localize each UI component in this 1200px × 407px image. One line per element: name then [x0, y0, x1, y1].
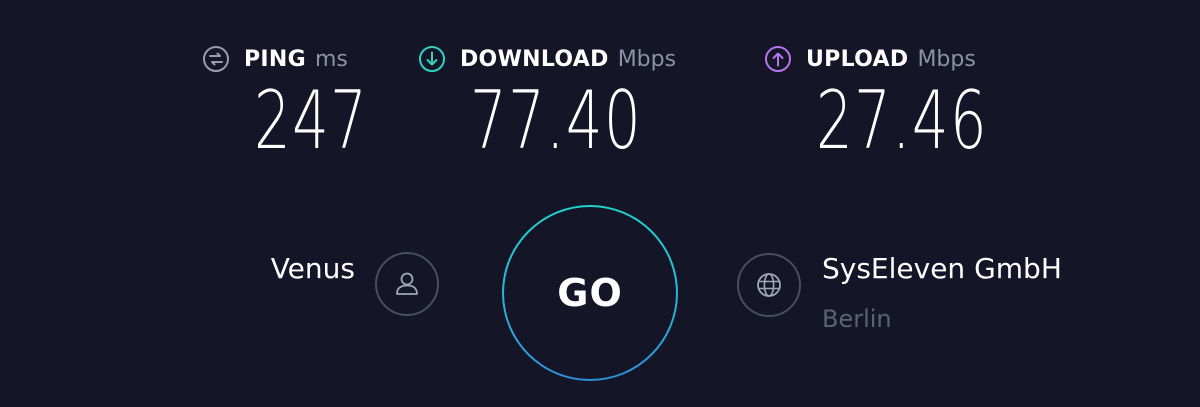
ping-result: PING ms 247: [202, 42, 367, 164]
ping-unit: ms: [314, 46, 348, 72]
download-result: DOWNLOAD Mbps 77.40: [418, 42, 676, 164]
isp-name: Venus: [270, 252, 355, 285]
download-arrow-icon: [419, 46, 445, 72]
server-name[interactable]: SysEleven GmbH: [822, 252, 1062, 285]
speedtest-panel: PING ms 247 DOWNLOAD Mbps 77.40 UPLOAD M: [0, 0, 1200, 407]
change-isp-button[interactable]: [375, 252, 439, 316]
upload-unit: Mbps: [917, 46, 976, 72]
download-value: 77.40: [470, 74, 643, 167]
go-button-label: GO: [504, 207, 676, 379]
download-label: DOWNLOAD: [460, 46, 609, 72]
download-unit: Mbps: [617, 46, 677, 72]
upload-header: UPLOAD Mbps: [764, 42, 976, 76]
download-header: DOWNLOAD Mbps: [418, 42, 676, 76]
ping-header: PING ms: [202, 42, 348, 76]
go-button[interactable]: GO: [502, 205, 678, 381]
upload-label: UPLOAD: [806, 46, 909, 72]
upload-value: 27.46: [816, 74, 989, 167]
ping-icon: [203, 46, 229, 72]
server-location: Berlin: [822, 305, 892, 333]
globe-icon: [757, 273, 781, 297]
ping-value: 247: [254, 74, 369, 167]
change-server-button[interactable]: [737, 253, 801, 317]
upload-result: UPLOAD Mbps 27.46: [764, 42, 987, 164]
user-icon: [396, 272, 418, 295]
upload-arrow-icon: [765, 46, 791, 72]
ping-label: PING: [244, 46, 306, 72]
